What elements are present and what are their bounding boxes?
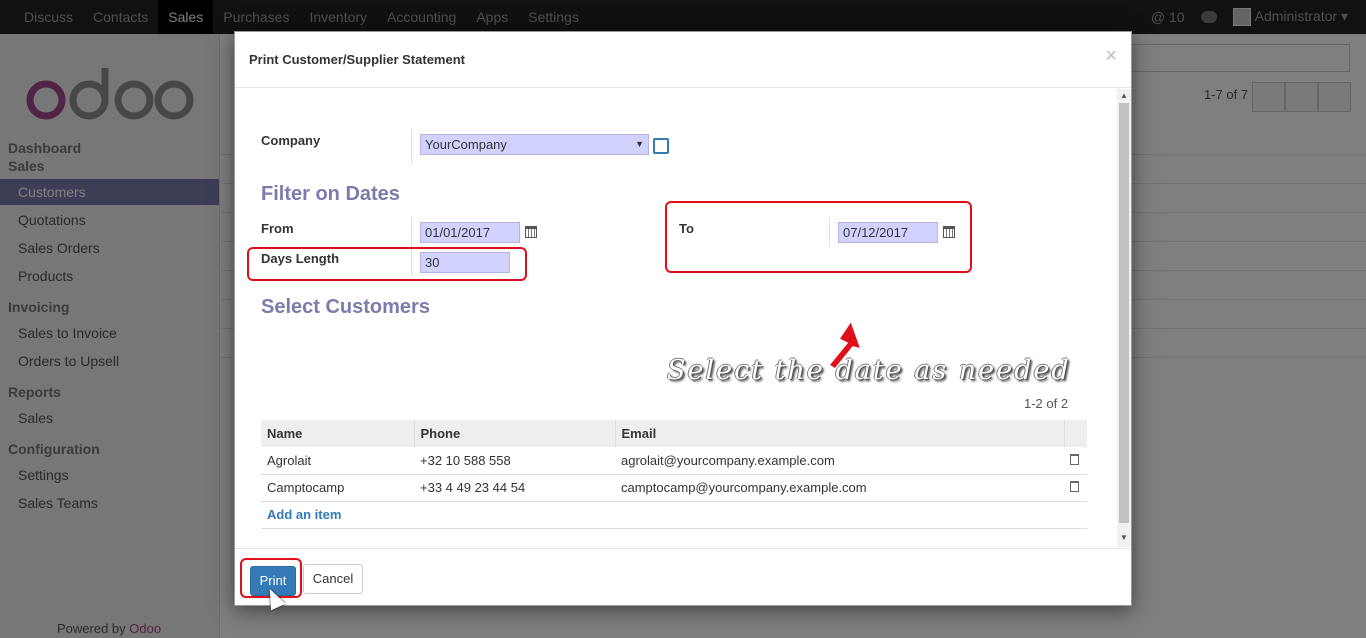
table-header-row: Name Phone Email: [261, 420, 1087, 447]
from-label: From: [261, 221, 294, 236]
scrollbar-thumb[interactable]: [1119, 103, 1129, 523]
select-customers-heading: Select Customers: [261, 296, 430, 318]
chevron-down-icon: ▼: [635, 139, 644, 149]
column-phone[interactable]: Phone: [413, 420, 615, 447]
dialog-title: Print Customer/Supplier Statement: [249, 52, 465, 67]
scroll-down-icon[interactable]: ▼: [1117, 533, 1131, 545]
dialog-footer: Print Cancel: [235, 548, 1131, 606]
highlight-days-length: [247, 247, 527, 281]
dialog-header: Print Customer/Supplier Statement ×: [235, 32, 1131, 88]
column-email[interactable]: Email: [614, 420, 1064, 447]
cell-name[interactable]: Camptocamp: [261, 474, 414, 502]
company-select-value: YourCompany: [425, 137, 507, 152]
cell-delete: [1064, 474, 1087, 502]
column-name[interactable]: Name: [261, 420, 414, 447]
cell-delete: [1064, 447, 1087, 475]
cell-phone[interactable]: +32 10 588 558: [414, 447, 615, 475]
customers-table: Name Phone Email Agrolait +32 10 588 558…: [261, 420, 1087, 529]
cell-phone[interactable]: +33 4 49 23 44 54: [414, 474, 615, 502]
dialog-scrollbar[interactable]: ▲ ▼: [1117, 89, 1131, 547]
filter-dates-heading: Filter on Dates: [261, 183, 400, 205]
trash-icon[interactable]: [1070, 481, 1079, 492]
statement-dialog: Print Customer/Supplier Statement × Comp…: [234, 31, 1132, 606]
annotation-text: Select the date as needed: [667, 355, 1071, 386]
table-row[interactable]: Agrolait +32 10 588 558 agrolait@yourcom…: [261, 447, 1087, 475]
close-icon[interactable]: ×: [1105, 45, 1117, 68]
company-select[interactable]: YourCompany ▼: [420, 134, 649, 155]
trash-icon[interactable]: [1070, 453, 1079, 465]
cell-email[interactable]: camptocamp@yourcompany.example.com: [615, 474, 1064, 502]
external-link-icon[interactable]: [653, 138, 669, 154]
cancel-button[interactable]: Cancel: [303, 564, 363, 594]
scroll-up-icon[interactable]: ▲: [1117, 91, 1131, 103]
cell-email[interactable]: agrolait@yourcompany.example.com: [615, 447, 1064, 475]
dialog-body: Company YourCompany ▼ Filter on Dates Fro…: [235, 89, 1117, 547]
column-actions: [1063, 420, 1087, 447]
add-item-row: Add an item: [261, 501, 1087, 529]
divider: [411, 129, 412, 163]
highlight-to-date: [665, 201, 972, 273]
company-label: Company: [261, 133, 321, 148]
from-date-input[interactable]: 01/01/2017: [420, 222, 520, 243]
calendar-icon[interactable]: [525, 226, 537, 238]
add-item-link[interactable]: Add an item: [267, 507, 341, 522]
customers-pager: 1-2 of 2: [1024, 396, 1069, 411]
table-row[interactable]: Camptocamp +33 4 49 23 44 54 camptocamp@…: [261, 474, 1087, 502]
cell-name[interactable]: Agrolait: [261, 447, 414, 475]
